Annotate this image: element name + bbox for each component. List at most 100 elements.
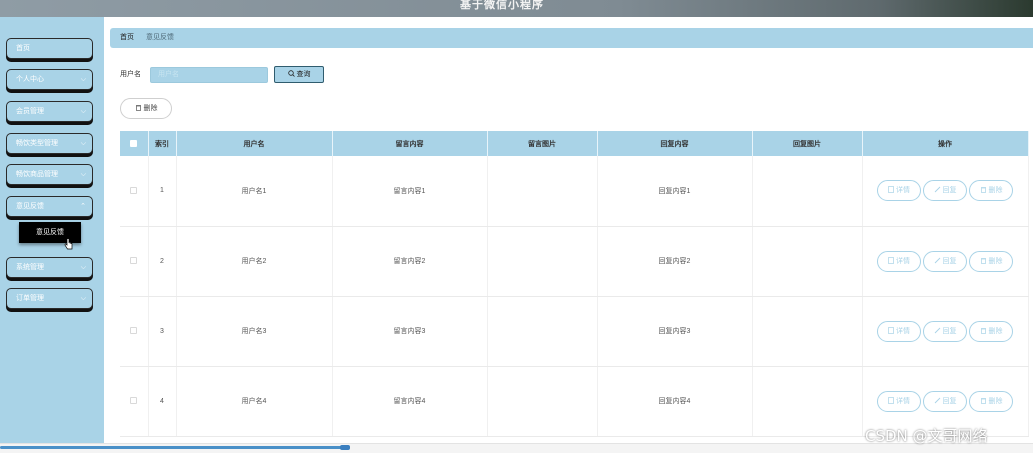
trash-icon	[980, 187, 986, 194]
row-checkbox[interactable]	[130, 257, 138, 265]
row-select-cell	[120, 226, 149, 297]
column-header: 回复内容	[597, 131, 753, 156]
sidebar-item-member-management[interactable]: 会员管理 ⌵	[6, 101, 93, 122]
row-checkbox[interactable]	[130, 327, 138, 335]
document-icon	[888, 186, 894, 194]
username-cell: 用户名2	[176, 226, 333, 297]
username-cell: 用户名1	[176, 156, 333, 227]
index-cell: 1	[148, 156, 177, 227]
sidebar-item-system-management[interactable]: 系统管理 ⌵	[6, 257, 93, 278]
select-all-checkbox[interactable]	[130, 139, 138, 147]
column-header: 留言图片	[487, 131, 598, 156]
search-label: 用户名	[120, 71, 141, 78]
detail-button[interactable]: 详情	[877, 390, 921, 412]
sidebar-item-feedback[interactable]: 意见反馈 ⌃	[6, 196, 93, 217]
chevron-down-icon: ⌵	[80, 76, 86, 83]
message-image-cell	[487, 296, 598, 367]
row-checkbox[interactable]	[130, 397, 138, 405]
select-all-header	[120, 131, 149, 156]
chevron-up-icon: ⌃	[80, 203, 86, 210]
reply-cell: 回复内容4	[597, 366, 753, 437]
search-icon	[287, 70, 295, 77]
search-button[interactable]: 查询	[274, 66, 324, 83]
scrollbar-thumb[interactable]	[0, 446, 345, 449]
column-header: 回复图片	[752, 131, 863, 156]
column-header: 索引	[148, 131, 177, 156]
row-checkbox[interactable]	[130, 187, 138, 195]
column-header: 用户名	[176, 131, 333, 156]
reply-button[interactable]: 回复	[923, 320, 967, 342]
chevron-down-icon: ⌵	[80, 295, 86, 302]
bulk-delete-button[interactable]: 删除	[120, 98, 172, 119]
sidebar-item-drink-product-management[interactable]: 畅饮商品管理 ⌵	[6, 164, 93, 185]
table-header-row: 索引 用户名 留言内容 留言图片 回复内容 回复图片 操作	[120, 131, 1029, 156]
table-row: 3 用户名3 留言内容3 回复内容3 详情 回复 删除	[120, 296, 1029, 367]
username-search-input[interactable]: 用户名	[150, 67, 268, 83]
sidebar-item-home[interactable]: 首页	[6, 38, 93, 59]
document-icon	[888, 256, 894, 264]
index-cell: 2	[148, 226, 177, 297]
row-select-cell	[120, 296, 149, 367]
detail-button[interactable]: 详情	[877, 250, 921, 272]
actions-cell: 详情 回复 删除	[862, 226, 1029, 297]
sidebar-item-order-management[interactable]: 订单管理 ⌵	[6, 288, 93, 309]
trash-icon	[980, 327, 986, 334]
reply-button[interactable]: 回复	[923, 390, 967, 412]
reply-cell: 回复内容1	[597, 156, 753, 227]
actions-cell: 详情 回复 删除	[862, 156, 1029, 227]
detail-button[interactable]: 详情	[877, 320, 921, 342]
breadcrumb-separator: /	[139, 34, 141, 41]
delete-button[interactable]: 删除	[969, 320, 1013, 342]
breadcrumb: 首页 / 意见反馈	[110, 28, 1033, 48]
delete-button[interactable]: 删除	[969, 390, 1013, 412]
reply-image-cell	[752, 296, 863, 367]
top-header: 基于微信小程序	[0, 0, 1033, 17]
app-title: 基于微信小程序	[460, 0, 544, 11]
message-image-cell	[487, 366, 598, 437]
chevron-down-icon: ⌵	[80, 171, 86, 178]
username-cell: 用户名4	[176, 366, 333, 437]
breadcrumb-current: 意见反馈	[145, 34, 174, 41]
pencil-icon	[934, 257, 940, 263]
delete-button[interactable]: 删除	[969, 250, 1013, 272]
chevron-down-icon: ⌵	[80, 140, 86, 147]
reply-cell: 回复内容2	[597, 226, 753, 297]
breadcrumb-home[interactable]: 首页	[120, 34, 134, 41]
document-icon	[888, 326, 894, 334]
message-image-cell	[487, 156, 598, 227]
actions-cell: 详情 回复 删除	[862, 296, 1029, 367]
reply-image-cell	[752, 226, 863, 297]
sidebar-item-drink-type-management[interactable]: 畅饮类型管理 ⌵	[6, 133, 93, 154]
main-content: 首页 / 意见反馈 用户名 用户名 查询 删除 索引 用户名 留言内容 留言图片 回…	[104, 17, 1033, 453]
reply-image-cell	[752, 366, 863, 437]
message-cell: 留言内容3	[332, 296, 488, 367]
reply-image-cell	[752, 156, 863, 227]
feedback-table: 索引 用户名 留言内容 留言图片 回复内容 回复图片 操作 1 用户名1 留言内容1…	[120, 131, 1029, 437]
chevron-down-icon: ⌵	[80, 108, 86, 115]
delete-button[interactable]: 删除	[969, 180, 1013, 202]
trash-icon	[135, 105, 141, 111]
username-cell: 用户名3	[176, 296, 333, 367]
row-select-cell	[120, 156, 149, 227]
message-image-cell	[487, 226, 598, 297]
reply-cell: 回复内容3	[597, 296, 753, 367]
trash-icon	[980, 257, 986, 264]
column-header: 操作	[862, 131, 1029, 156]
chevron-down-icon: ⌵	[80, 264, 86, 271]
message-cell: 留言内容1	[332, 156, 488, 227]
watermark: CSDN @文哥网络	[865, 427, 988, 445]
message-cell: 留言内容4	[332, 366, 488, 437]
sidebar-item-personal-center[interactable]: 个人中心 ⌵	[6, 69, 93, 90]
index-cell: 4	[148, 366, 177, 437]
pencil-icon	[934, 397, 940, 403]
index-cell: 3	[148, 296, 177, 367]
message-cell: 留言内容2	[332, 226, 488, 297]
reply-button[interactable]: 回复	[923, 250, 967, 272]
hand-cursor-icon	[64, 238, 73, 250]
pencil-icon	[934, 186, 940, 193]
column-header: 留言内容	[332, 131, 488, 156]
detail-button[interactable]: 详情	[877, 180, 921, 202]
document-icon	[888, 396, 894, 404]
reply-button[interactable]: 回复	[923, 180, 967, 202]
scrollbar-handle[interactable]	[340, 445, 350, 450]
